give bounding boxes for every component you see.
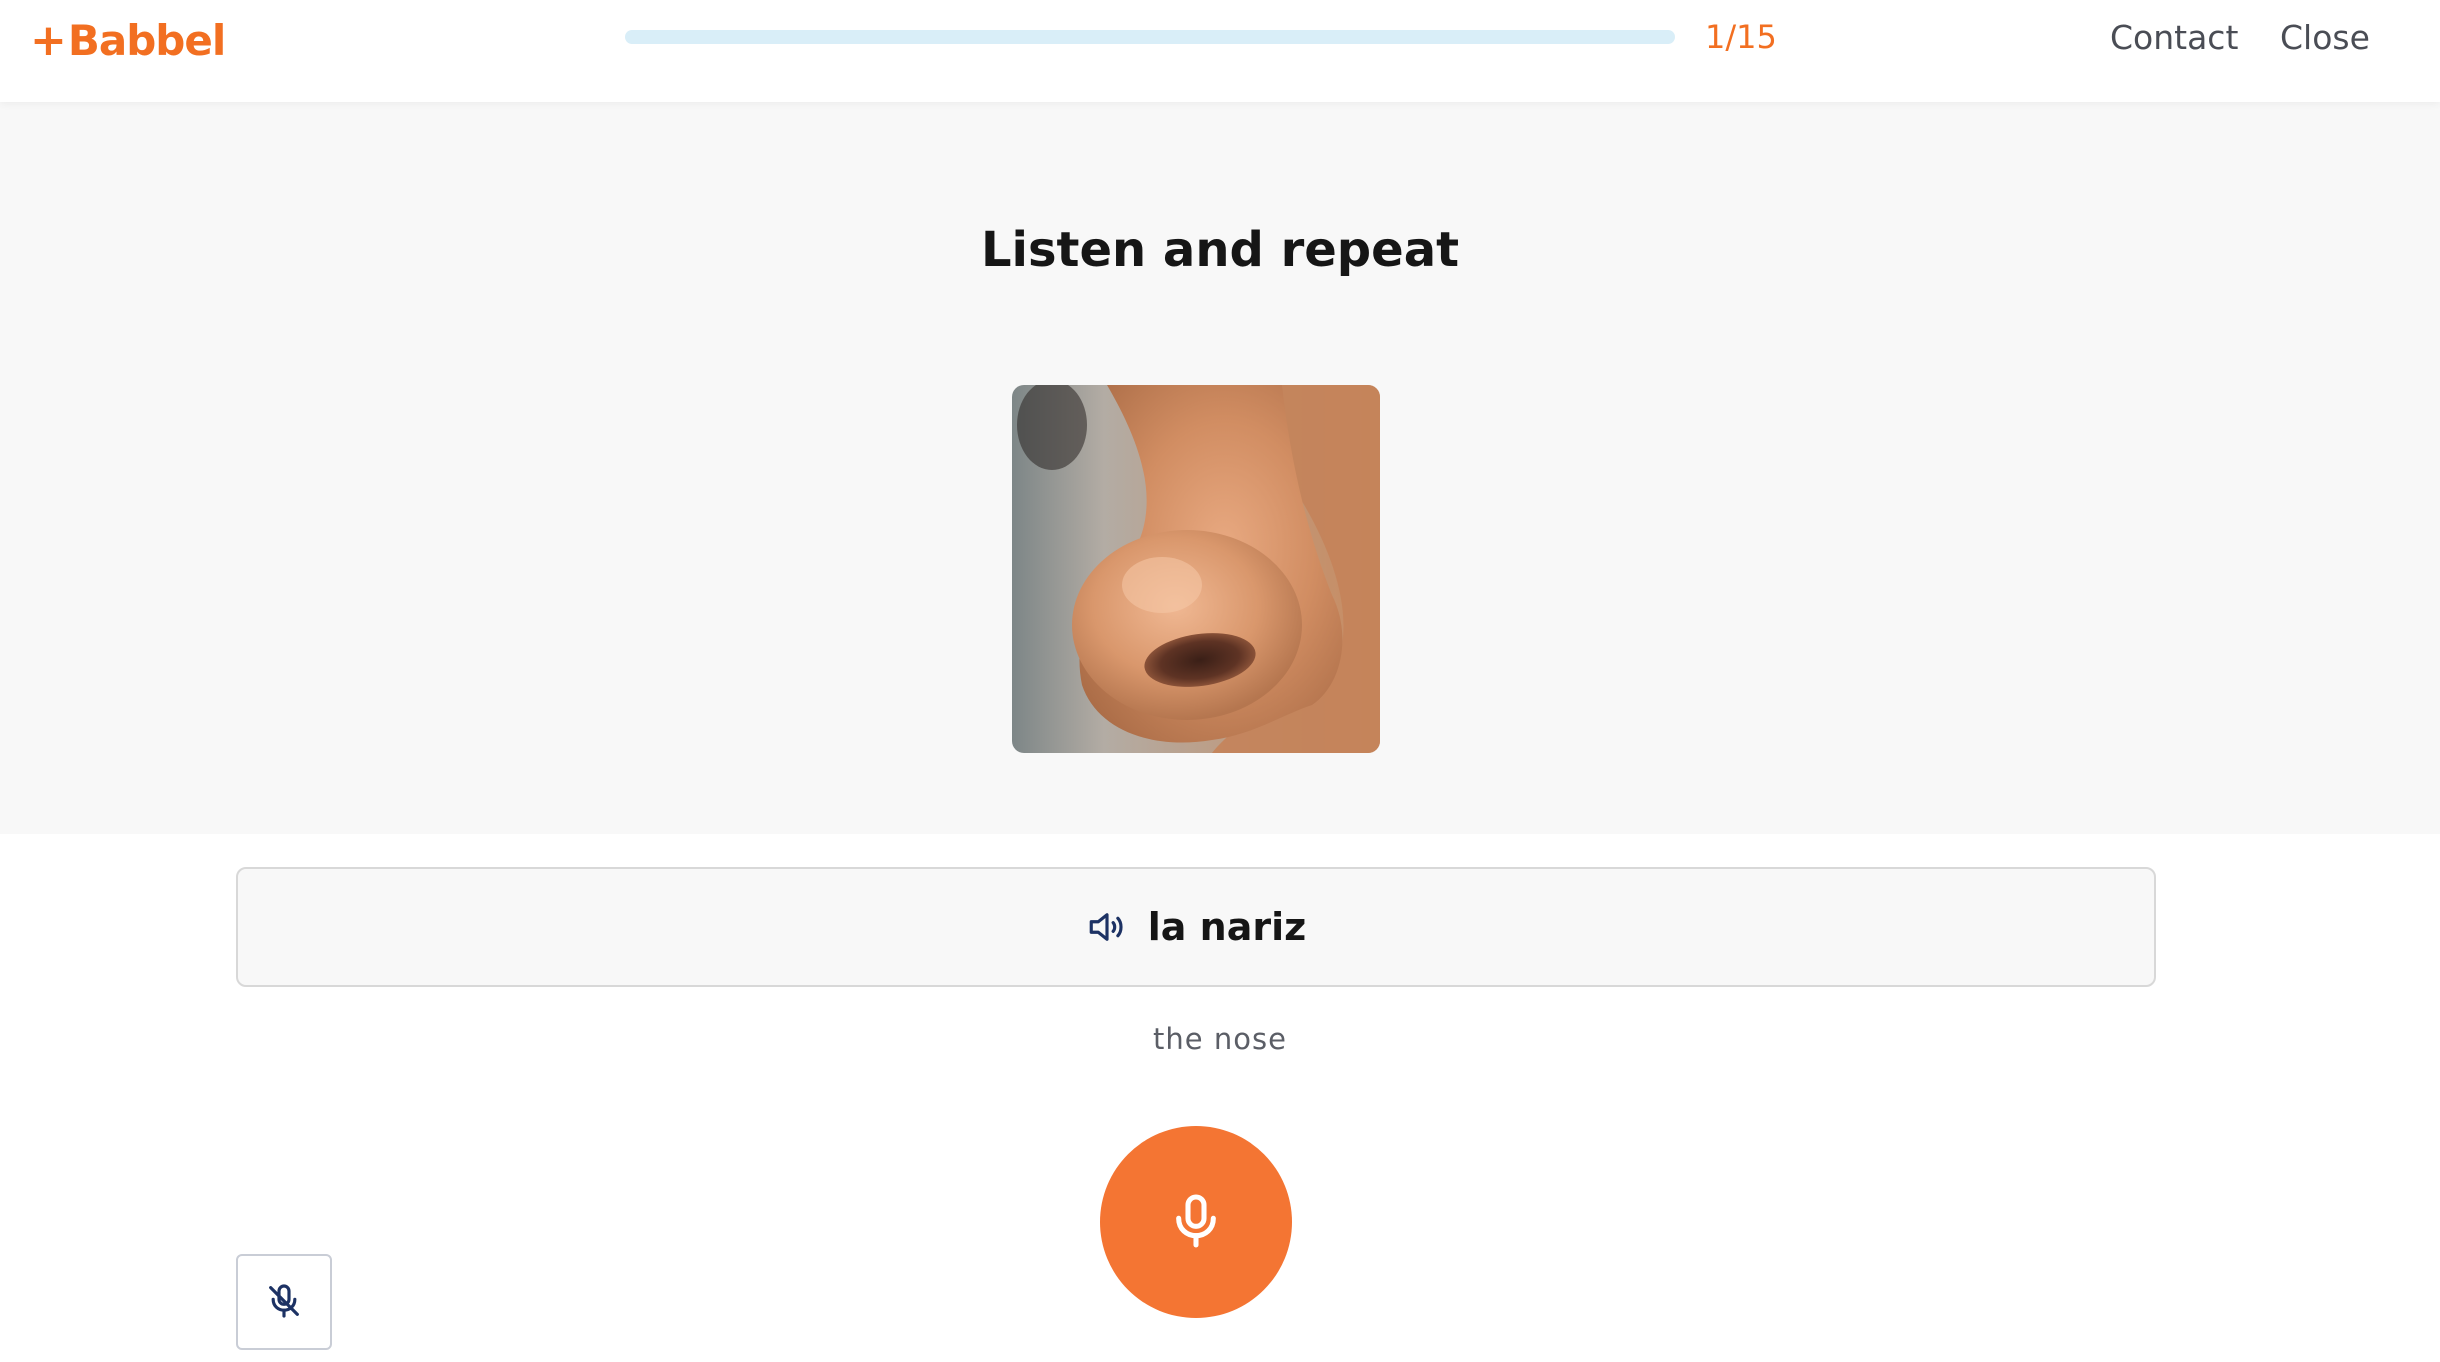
record-button[interactable] xyxy=(1100,1126,1292,1318)
speaker-icon xyxy=(1086,906,1128,948)
babbel-logo-mark-icon: + xyxy=(30,14,67,66)
microphone-off-icon xyxy=(264,1281,304,1324)
prompt-area: Listen and repeat xyxy=(0,102,2440,834)
babbel-logo-text: Babbel xyxy=(67,15,226,65)
babbel-logo[interactable]: + Babbel xyxy=(30,10,226,70)
progress-counter: 1/15 xyxy=(1705,18,1777,56)
disable-microphone-button[interactable] xyxy=(236,1254,332,1350)
phrase-audio-button[interactable]: la nariz xyxy=(236,867,2156,987)
lesson-progress-bar xyxy=(625,30,1675,44)
contact-link[interactable]: Contact xyxy=(2110,18,2238,57)
microphone-icon xyxy=(1164,1189,1228,1256)
nose-image xyxy=(1012,385,1380,753)
close-link[interactable]: Close xyxy=(2280,18,2370,57)
target-phrase: la nariz xyxy=(1147,905,1307,949)
phrase-translation: the nose xyxy=(1153,1022,1287,1056)
exercise-title: Listen and repeat xyxy=(980,222,1460,278)
top-bar: + Babbel 1/15 Contact Close xyxy=(0,0,2440,102)
vocabulary-image xyxy=(1012,385,1380,753)
